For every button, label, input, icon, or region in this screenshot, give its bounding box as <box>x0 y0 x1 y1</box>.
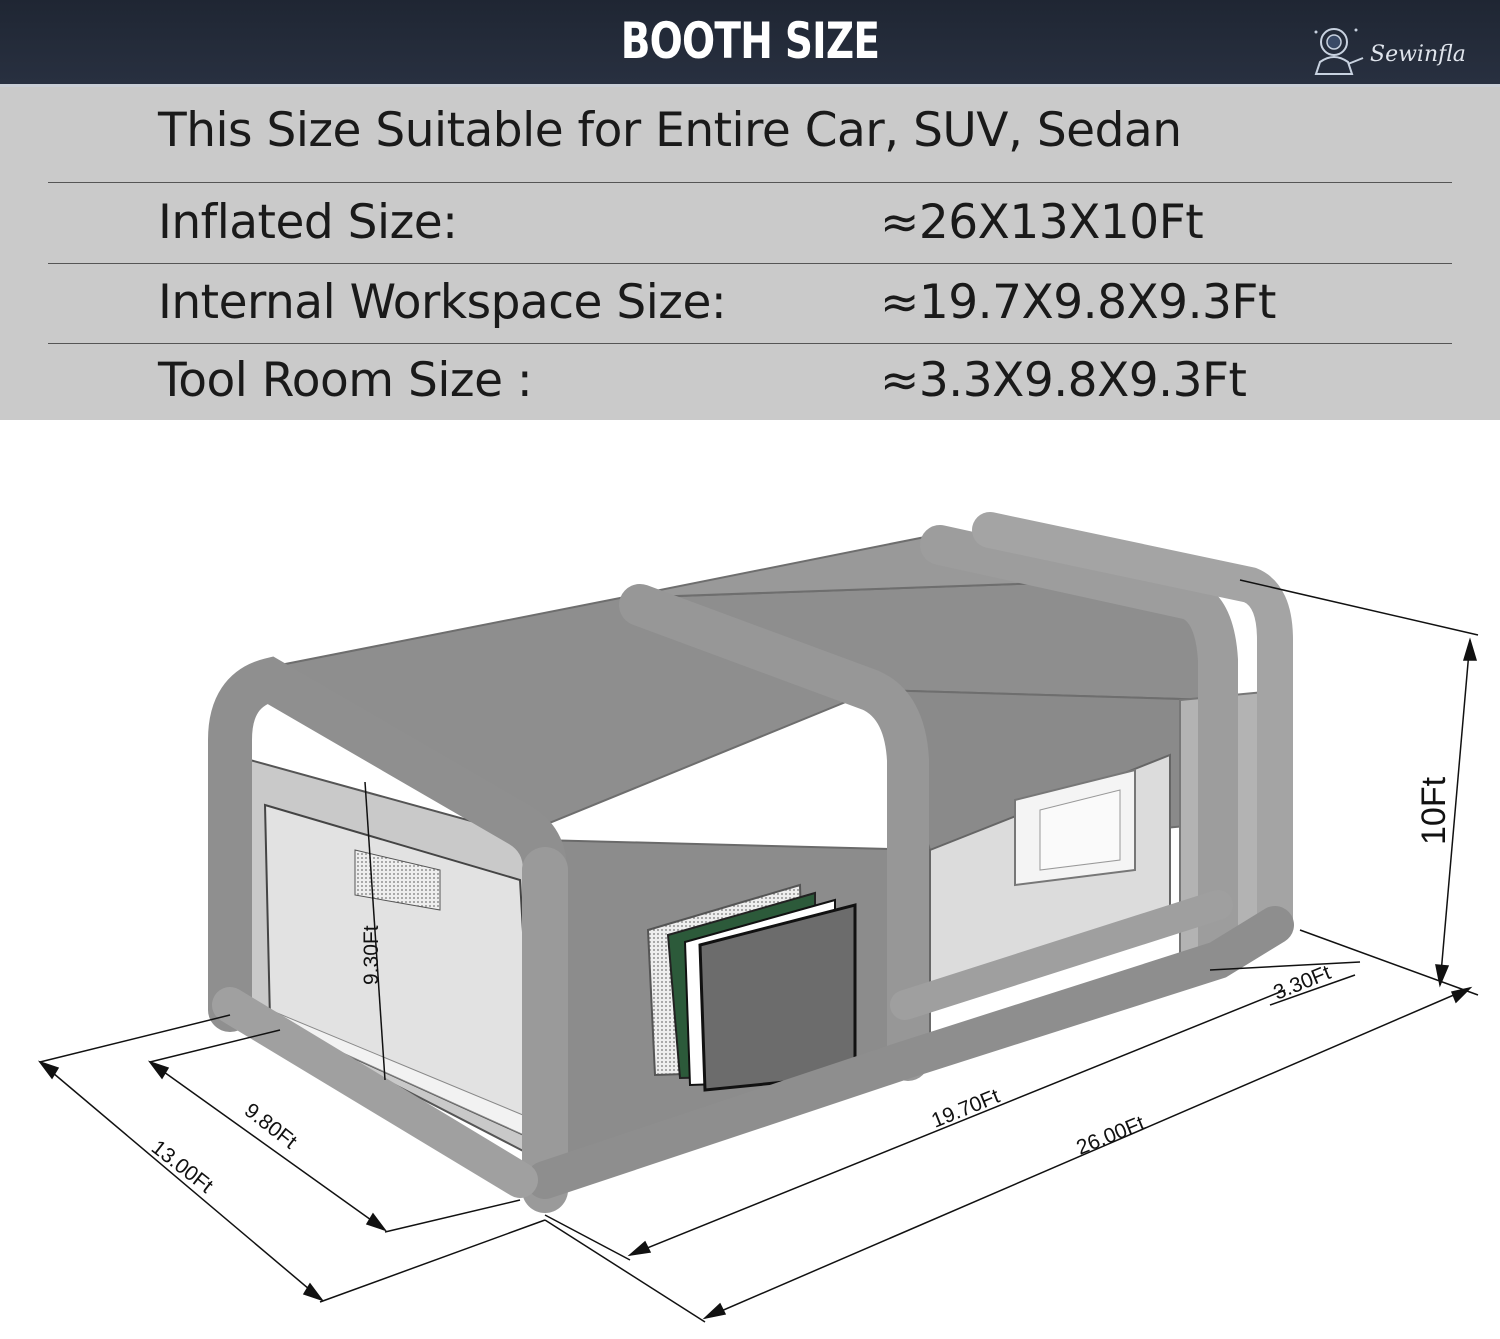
dim-height-label: 10Ft <box>1415 776 1453 845</box>
astronaut-icon <box>1314 28 1364 75</box>
brand-name: Sewinfla <box>1370 42 1466 67</box>
spec-label: Tool Room Size : <box>158 353 533 408</box>
dim-total-length-label: 26.00Ft <box>1073 1112 1148 1160</box>
spec-panel: This Size Suitable for Entire Car, SUV, … <box>0 87 1500 420</box>
divider <box>48 343 1452 344</box>
banner-title: BOOTH SIZE <box>620 12 880 70</box>
divider <box>48 182 1452 183</box>
spec-label: Inflated Size: <box>158 195 458 250</box>
dim-outer-width-label: 13.00Ft <box>147 1136 217 1198</box>
spec-row-toolroom: Tool Room Size : ≈3.3X9.8X9.3Ft <box>0 345 1500 425</box>
spec-value: ≈19.7X9.8X9.3Ft <box>880 275 1276 330</box>
divider <box>48 263 1452 264</box>
spec-value: ≈26X13X10Ft <box>880 195 1204 250</box>
spec-headline: This Size Suitable for Entire Car, SUV, … <box>158 103 1182 158</box>
spec-headline-row: This Size Suitable for Entire Car, SUV, … <box>0 87 1500 167</box>
spec-row-inflated: Inflated Size: ≈26X13X10Ft <box>0 187 1500 267</box>
booth-diagram: 9.30Ft 10Ft 3.30Ft 19.70Ft 26.00Ft 9.80F… <box>37 512 1479 1323</box>
dim-label: 9.30Ft <box>360 925 383 985</box>
spec-row-workspace: Internal Workspace Size: ≈19.7X9.8X9.3Ft <box>0 267 1500 347</box>
spec-value: ≈3.3X9.8X9.3Ft <box>880 353 1247 408</box>
spec-label: Internal Workspace Size: <box>158 275 727 330</box>
dim-work-length-label: 19.70Ft <box>928 1085 1003 1133</box>
header-banner: BOOTH SIZE Sewinfla <box>0 0 1500 87</box>
dim-tool-room-label: 3.30Ft <box>1270 961 1334 1005</box>
brand-logo: Sewinfla <box>1308 22 1478 78</box>
dim-inner-width-label: 9.80Ft <box>240 1099 301 1154</box>
